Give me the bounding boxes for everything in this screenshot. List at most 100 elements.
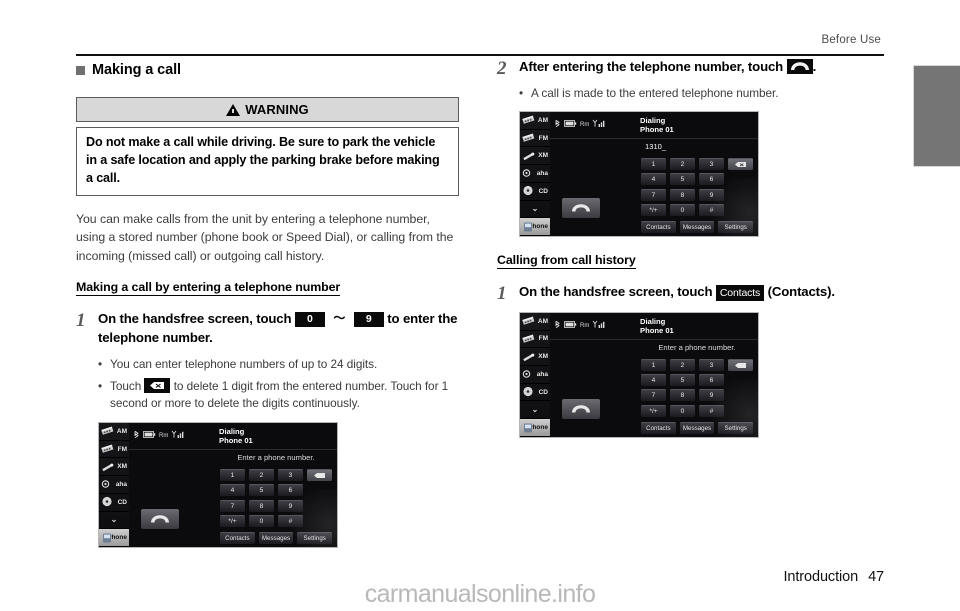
tab-messages[interactable]: Messages: [258, 531, 294, 544]
source-list-more-button[interactable]: ⌄: [99, 512, 129, 530]
right-column: 2 After entering the telephone number, t…: [497, 58, 880, 438]
device-title-line2: Phone 01: [640, 124, 674, 134]
call-button[interactable]: [562, 398, 600, 419]
key-8[interactable]: 8: [249, 499, 274, 512]
delete-key[interactable]: [307, 469, 332, 482]
delete-key[interactable]: [728, 359, 753, 372]
source-item-aha[interactable]: aha: [520, 366, 550, 384]
key-9[interactable]: 9: [699, 188, 724, 201]
key-1[interactable]: 1: [641, 158, 666, 171]
key-hash[interactable]: #: [699, 404, 724, 417]
key-5[interactable]: 5: [670, 374, 695, 387]
step-number: 1: [497, 282, 507, 304]
source-item-phone[interactable]: Phone: [520, 218, 550, 236]
device-title: Dialing Phone 01: [640, 317, 674, 336]
tab-messages[interactable]: Messages: [679, 421, 715, 434]
source-item-am[interactable]: AM: [520, 313, 550, 331]
key-star-plus[interactable]: */+: [641, 203, 666, 216]
device-keypad: Enter a phone number. 1 2 3 4 5 6 7 8 9 …: [215, 450, 337, 547]
key-star-plus[interactable]: */+: [641, 404, 666, 417]
source-item-xm[interactable]: XM: [99, 458, 129, 477]
source-item-fm[interactable]: FM: [520, 331, 550, 349]
source-item-aha[interactable]: aha: [99, 476, 129, 494]
device-title-line2: Phone 01: [219, 435, 253, 445]
key-2[interactable]: 2: [670, 158, 695, 171]
key-1[interactable]: 1: [641, 359, 666, 372]
keypad-spacer: [728, 390, 753, 401]
device-tab-bar: Contacts Messages Settings: [641, 421, 754, 437]
key-6[interactable]: 6: [699, 173, 724, 186]
key-2[interactable]: 2: [249, 469, 274, 482]
delete-key-icon: [144, 377, 171, 393]
bluetooth-icon: [133, 430, 140, 441]
battery-icon: [143, 431, 156, 440]
key-4[interactable]: 4: [220, 484, 245, 497]
key-2[interactable]: 2: [670, 359, 695, 372]
disc-icon: [101, 496, 115, 508]
key-0[interactable]: 0: [249, 514, 274, 527]
keypad-row: */+ 0 #: [641, 203, 753, 216]
tab-contacts[interactable]: Contacts: [220, 531, 255, 544]
key-hash[interactable]: #: [278, 514, 303, 527]
key-6[interactable]: 6: [278, 484, 303, 497]
source-item-xm[interactable]: XM: [520, 348, 550, 366]
keypad-row: 4 5 6: [641, 173, 753, 186]
key-6[interactable]: 6: [699, 374, 724, 387]
source-item-aha[interactable]: aha: [520, 165, 550, 183]
bluetooth-icon: [554, 119, 561, 130]
source-item-fm[interactable]: FM: [99, 441, 129, 459]
key-4[interactable]: 4: [641, 374, 666, 387]
source-item-fm[interactable]: FM: [520, 130, 550, 148]
source-label: aha: [536, 370, 548, 378]
key-7[interactable]: 7: [220, 499, 245, 512]
key-0[interactable]: 0: [670, 404, 695, 417]
key-3[interactable]: 3: [278, 469, 303, 482]
keypad-prompt: Enter a phone number.: [658, 343, 736, 353]
key-9[interactable]: 9: [699, 389, 724, 402]
source-label: FM: [117, 445, 127, 453]
source-item-xm[interactable]: XM: [520, 147, 550, 166]
source-item-cd[interactable]: CD: [99, 494, 129, 512]
step-text: After entering the telephone number, tou…: [519, 58, 880, 77]
source-list-more-button[interactable]: ⌄: [520, 401, 550, 420]
call-button[interactable]: [141, 508, 179, 529]
keycap-9: 9: [353, 311, 384, 327]
device-screen-body: Rm Dialing Phone 01: [550, 313, 758, 437]
tab-settings[interactable]: Settings: [718, 421, 754, 434]
handset-icon: [572, 204, 590, 212]
step-text-before: On the handsfree screen, touch: [519, 283, 713, 299]
source-item-phone[interactable]: Phone: [99, 529, 129, 547]
key-hash[interactable]: #: [699, 203, 724, 216]
source-item-am[interactable]: AM: [520, 112, 550, 130]
tab-messages[interactable]: Messages: [679, 220, 715, 233]
tab-contacts[interactable]: Contacts: [641, 220, 676, 233]
key-8[interactable]: 8: [670, 188, 695, 201]
call-button[interactable]: [562, 197, 600, 218]
keypad-rows: 1 2 3 4 5 6 7 8 9 */+ 0 #: [641, 155, 753, 221]
source-item-cd[interactable]: CD: [520, 183, 550, 201]
source-list-more-button[interactable]: ⌄: [520, 201, 550, 219]
source-item-phone[interactable]: Phone: [520, 419, 550, 437]
key-8[interactable]: 8: [670, 389, 695, 402]
key-star-plus[interactable]: */+: [220, 514, 245, 527]
key-7[interactable]: 7: [641, 389, 666, 402]
key-9[interactable]: 9: [278, 499, 303, 512]
key-5[interactable]: 5: [670, 173, 695, 186]
tab-settings[interactable]: Settings: [297, 531, 333, 544]
source-item-cd[interactable]: CD: [520, 384, 550, 402]
roaming-label: Rm: [159, 432, 169, 439]
key-3[interactable]: 3: [699, 359, 724, 372]
key-0[interactable]: 0: [670, 203, 695, 216]
key-1[interactable]: 1: [220, 469, 245, 482]
key-4[interactable]: 4: [641, 173, 666, 186]
key-7[interactable]: 7: [641, 188, 666, 201]
bluetooth-icon: [554, 320, 561, 331]
tab-contacts[interactable]: Contacts: [641, 421, 676, 434]
key-3[interactable]: 3: [699, 158, 724, 171]
delete-key[interactable]: [728, 158, 753, 171]
source-item-am[interactable]: AM: [99, 423, 129, 441]
key-5[interactable]: 5: [249, 484, 274, 497]
radio-icon: [522, 315, 536, 327]
tab-settings[interactable]: Settings: [718, 220, 754, 233]
step-2-right: 2 After entering the telephone number, t…: [497, 58, 880, 237]
